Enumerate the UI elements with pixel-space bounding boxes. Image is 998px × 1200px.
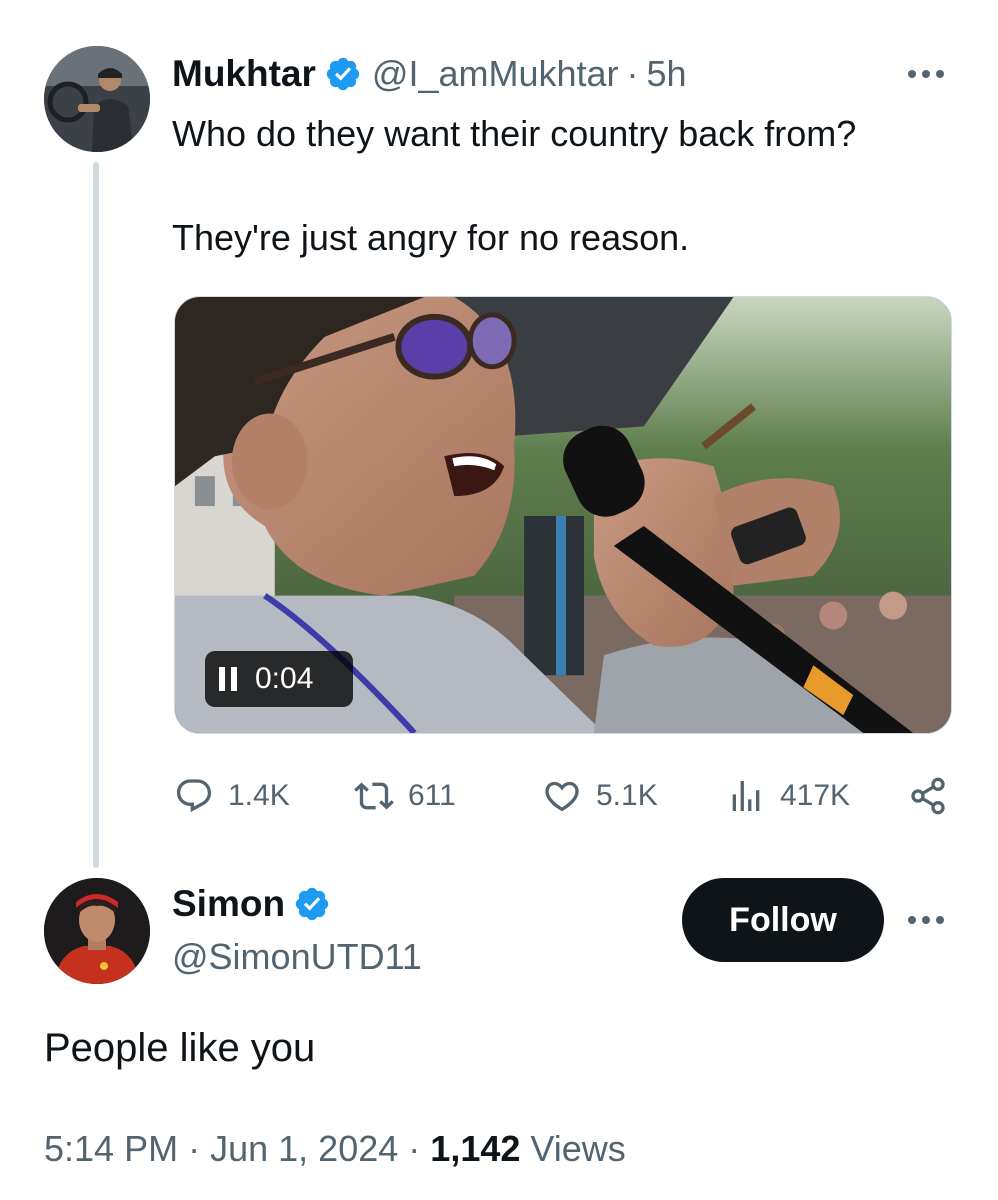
video-timestamp: 0:04 xyxy=(255,662,314,695)
reply-tweet-meta: 5:14 PM · Jun 1, 2024 · 1,142 Views xyxy=(44,1128,626,1170)
parent-author-handle[interactable]: @I_amMukhtar xyxy=(372,53,619,95)
reply-views-label: Views xyxy=(530,1128,626,1169)
repost-icon xyxy=(354,782,394,810)
reply-views-count: 1,142 xyxy=(430,1128,521,1169)
meta-separator: · xyxy=(188,1128,201,1169)
parent-tweet-header: Mukhtar @I_amMukhtar · 5h xyxy=(172,50,687,98)
mukhtar-avatar[interactable] xyxy=(44,46,150,152)
like-button[interactable]: 5.1K xyxy=(542,770,658,822)
parent-more-options-icon[interactable] xyxy=(908,70,944,78)
heart-icon xyxy=(545,781,579,812)
reply-button[interactable]: 1.4K xyxy=(174,770,290,822)
views-button[interactable]: 417K xyxy=(726,770,850,822)
share-icon xyxy=(911,777,945,815)
reply-tweet-text: People like you xyxy=(44,1026,316,1070)
parent-author-name[interactable]: Mukhtar xyxy=(172,53,316,95)
video-playback-badge[interactable]: 0:04 xyxy=(205,651,353,707)
reply-author-name[interactable]: Simon xyxy=(172,883,285,925)
meta-separator: · xyxy=(408,1128,421,1169)
simon-avatar[interactable] xyxy=(44,878,150,984)
verified-badge-icon xyxy=(295,887,329,921)
thread-line xyxy=(93,162,99,868)
parent-action-bar: 1.4K 611 5.1K 417K xyxy=(172,770,962,822)
header-separator: · xyxy=(626,53,639,94)
reply-time[interactable]: 5:14 PM xyxy=(44,1128,178,1169)
tweet-detail-page: Mukhtar @I_amMukhtar · 5h Who do they wa… xyxy=(0,0,998,1200)
reply-count: 1.4K xyxy=(228,779,290,812)
reply-author-handle[interactable]: @SimonUTD11 xyxy=(172,936,422,978)
views-chart-icon xyxy=(732,781,760,811)
views-count: 417K xyxy=(780,779,851,812)
pause-icon[interactable] xyxy=(219,667,237,691)
repost-count: 611 xyxy=(408,779,456,812)
parent-tweet-time[interactable]: 5h xyxy=(647,53,687,95)
reply-tweet-header: Simon xyxy=(172,880,341,928)
share-button[interactable] xyxy=(908,770,948,822)
follow-button[interactable]: Follow xyxy=(682,878,884,962)
verified-badge-icon xyxy=(326,57,360,91)
tweet-video[interactable]: 0:04 xyxy=(174,296,952,734)
reply-icon xyxy=(176,779,212,813)
reply-date[interactable]: Jun 1, 2024 xyxy=(210,1128,398,1169)
repost-button[interactable]: 611 xyxy=(354,770,456,822)
parent-tweet-text-line1: Who do they want their country back from… xyxy=(172,113,857,154)
reply-more-options-icon[interactable] xyxy=(908,916,944,924)
parent-tweet-text-line2: They're just angry for no reason. xyxy=(172,217,690,258)
like-count: 5.1K xyxy=(596,779,658,812)
